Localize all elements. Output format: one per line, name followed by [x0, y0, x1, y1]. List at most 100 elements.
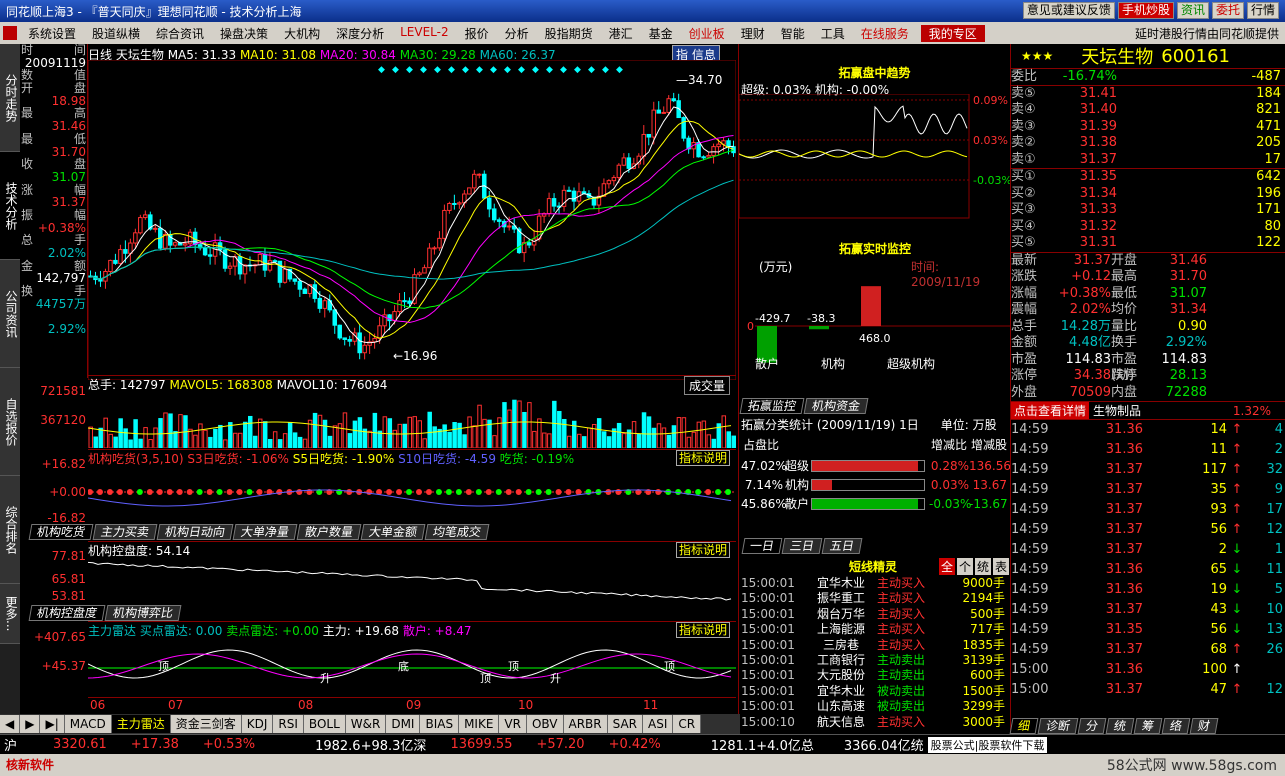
tabsA-1[interactable]: 机构资金	[803, 398, 869, 414]
detail-button[interactable]: 点击查看详情	[1011, 402, 1090, 419]
side-tab-1[interactable]: 技术分析	[0, 152, 20, 260]
title-btn-0[interactable]: 意见或建议反馈	[1022, 2, 1115, 19]
quote-tab-3[interactable]: 统	[1105, 718, 1135, 734]
bids-row-1[interactable]: 买② 31.34 196	[1011, 186, 1285, 203]
elf-row-0[interactable]: 15:00:01 宜华木业 主动买入 9000手	[739, 576, 1011, 591]
title-btn-3[interactable]: 委托	[1211, 2, 1244, 19]
menu-item-6[interactable]: LEVEL-2	[392, 25, 457, 42]
tabs1-4[interactable]: 散户数量	[296, 524, 362, 540]
tabsB-0[interactable]: 一日	[741, 538, 783, 554]
quote-tab-0[interactable]: 细	[1009, 718, 1039, 734]
indicator-tab-obv[interactable]: OBV	[526, 715, 564, 733]
bids-row-0[interactable]: 买① 31.35 642	[1011, 169, 1285, 186]
elf-btn-3[interactable]: 表	[992, 558, 1009, 575]
menu-item-7[interactable]: 报价	[457, 25, 497, 42]
elf-row-2[interactable]: 15:00:01 烟台万华 主动买入 500手	[739, 607, 1011, 622]
indicator-tab-dmi[interactable]: DMI	[386, 715, 421, 733]
indicator-tab-asi[interactable]: ASI	[643, 715, 674, 733]
menu-item-3[interactable]: 操盘决策	[212, 25, 276, 42]
tabsB-1[interactable]: 三日	[781, 538, 823, 554]
indicator-tab-boll[interactable]: BOLL	[303, 715, 346, 733]
menu-item-12[interactable]: 创业板	[681, 25, 733, 42]
indicator-tab-macd[interactable]: MACD	[64, 715, 112, 733]
quote-tab-1[interactable]: 诊断	[1037, 718, 1079, 734]
indicator-tab-主力雷达[interactable]: 主力雷达	[111, 715, 171, 733]
menu-item-14[interactable]: 智能	[773, 25, 813, 42]
elf-btn-1[interactable]: 个	[956, 558, 973, 575]
scroll-left-icon[interactable]: ◀	[0, 715, 21, 733]
menu-item-5[interactable]: 深度分析	[328, 25, 392, 42]
volume-button[interactable]: 成交量	[683, 376, 730, 395]
menu-item-1[interactable]: 股道纵横	[84, 25, 148, 42]
asks-row-2[interactable]: 卖③ 31.39 471	[1011, 119, 1285, 136]
bids-row-2[interactable]: 买③ 31.33 171	[1011, 202, 1285, 219]
sector-name[interactable]: 生物制品	[1093, 402, 1141, 419]
tabsA-0[interactable]: 拓赢监控	[739, 398, 805, 414]
menu-item-10[interactable]: 港汇	[601, 25, 641, 42]
indicator-tab-cr[interactable]: CR	[673, 715, 702, 733]
tabs2-0[interactable]: 机构控盘度	[28, 605, 106, 621]
indicator-tab-rsi[interactable]: RSI	[273, 715, 304, 733]
quote-tab-6[interactable]: 财	[1189, 718, 1219, 734]
elf-btn-0[interactable]: 全	[938, 558, 955, 575]
title-btn-2[interactable]: 资讯	[1176, 2, 1209, 19]
indicator-tab-arbr[interactable]: ARBR	[563, 715, 608, 733]
indicator-tab-kdj[interactable]: KDJ	[241, 715, 274, 733]
app-menu-icon[interactable]	[3, 26, 17, 40]
menu-item-15[interactable]: 工具	[813, 25, 853, 42]
tabs1-1[interactable]: 主力买卖	[92, 524, 158, 540]
elf-row-6[interactable]: 15:00:01 大元股份 主动卖出 600手	[739, 668, 1011, 683]
indicator-tab-bias[interactable]: BIAS	[420, 715, 460, 733]
indicator-tab-资金三剑客[interactable]: 资金三剑客	[170, 715, 242, 733]
title-btn-1[interactable]: 手机炒股	[1117, 2, 1174, 19]
tabs2-1[interactable]: 机构博弈比	[104, 605, 182, 621]
menu-item-0[interactable]: 系统设置	[20, 25, 84, 42]
asks-row-0[interactable]: 卖⑤ 31.41 184	[1011, 86, 1285, 103]
indicator-tab-mike[interactable]: MIKE	[459, 715, 500, 733]
quote-tab-4[interactable]: 筹	[1133, 718, 1163, 734]
quote-tab-2[interactable]: 分	[1077, 718, 1107, 734]
side-tab-4[interactable]: 综合排名	[0, 476, 20, 584]
tabs1-5[interactable]: 大单金额	[360, 524, 426, 540]
scroll-end-icon[interactable]: ▶|	[40, 715, 65, 733]
elf-row-5[interactable]: 15:00:01 工商银行 主动卖出 3139手	[739, 653, 1011, 668]
menu-item-8[interactable]: 分析	[497, 25, 537, 42]
sub2-help[interactable]: 指标说明	[675, 542, 730, 558]
bids-row-3[interactable]: 买④ 31.32 80	[1011, 219, 1285, 236]
indicator-tab-vr[interactable]: VR	[499, 715, 527, 733]
tabs1-3[interactable]: 大单净量	[232, 524, 298, 540]
scroll-right-icon[interactable]: ▶	[20, 715, 41, 733]
menu-item-4[interactable]: 大机构	[276, 25, 328, 42]
asks-row-4[interactable]: 卖① 31.37 17	[1011, 152, 1285, 169]
indicator-tab-w&r[interactable]: W&R	[345, 715, 387, 733]
indicator-tab-sar[interactable]: SAR	[607, 715, 644, 733]
title-btn-4[interactable]: 行情	[1246, 2, 1279, 19]
menu-item-16[interactable]: 在线服务	[853, 25, 917, 42]
elf-row-3[interactable]: 15:00:01 上海能源 主动买入 717手	[739, 622, 1011, 637]
elf-row-8[interactable]: 15:00:01 山东高速 被动卖出 3299手	[739, 699, 1011, 714]
menu-item-17[interactable]: 我的专区	[920, 24, 985, 42]
tabs1-0[interactable]: 机构吃货	[28, 524, 94, 540]
quote-tab-5[interactable]: 络	[1161, 718, 1191, 734]
side-tab-5[interactable]: 更多...	[0, 584, 20, 644]
elf-row-4[interactable]: 15:00:01 三房巷 主动买入 1835手	[739, 638, 1011, 653]
sub1-help[interactable]: 指标说明	[675, 450, 730, 466]
side-tab-3[interactable]: 自选报价	[0, 368, 20, 476]
tabsB-2[interactable]: 五日	[821, 538, 863, 554]
menu-item-2[interactable]: 综合资讯	[148, 25, 212, 42]
elf-row-7[interactable]: 15:00:01 宜华木业 被动卖出 1500手	[739, 684, 1011, 699]
ad-link[interactable]: 股票公式|股票软件下载	[927, 736, 1048, 753]
side-tab-2[interactable]: 公司资讯	[0, 260, 20, 368]
asks-row-1[interactable]: 卖④ 31.40 821	[1011, 102, 1285, 119]
side-tab-0[interactable]: 分时走势	[0, 44, 20, 152]
tabs1-2[interactable]: 机构日动向	[156, 524, 234, 540]
menu-item-11[interactable]: 基金	[641, 25, 681, 42]
bids-row-4[interactable]: 买⑤ 31.31 122	[1011, 235, 1285, 252]
tabs1-6[interactable]: 均笔成交	[424, 524, 490, 540]
sub3-help[interactable]: 指标说明	[675, 622, 730, 638]
menu-item-9[interactable]: 股指期货	[537, 25, 601, 42]
candlestick-chart[interactable]: ◆ ◆ ◆ ◆ ◆ ◆ ◆ ◆ ◆ ◆ ◆ ◆ ◆ ◆ ◆ ◆ ◆ ◆ —34.70 ←16.96	[88, 60, 736, 380]
elf-btn-2[interactable]: 统	[974, 558, 991, 575]
menu-item-13[interactable]: 理财	[733, 25, 773, 42]
elf-row-1[interactable]: 15:00:01 振华重工 主动买入 2194手	[739, 591, 1011, 606]
